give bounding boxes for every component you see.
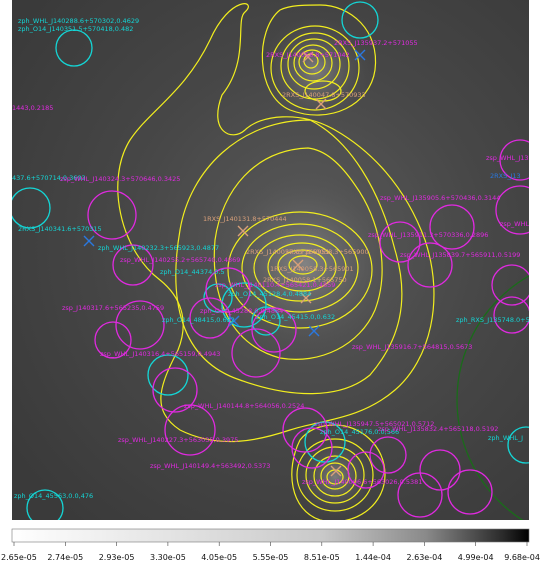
- colorbar-tick-label: 2.65e-05: [1, 553, 37, 562]
- label-center-8: 1RXS_J140058.3+565901: [270, 265, 354, 273]
- label-right-6: zph_WHL_J: [488, 434, 523, 442]
- label-right-2: zsp_WHL_J135911.3+570336,0.2896: [368, 231, 488, 239]
- colorbar-tick-label: 5.55e-05: [253, 553, 289, 562]
- colorbar-tick-label: 2.74e-05: [47, 553, 83, 562]
- colorbar-tick-label: 2.93e-05: [99, 553, 135, 562]
- label-top-left-1: zph_WHL_J140288.6+570302,0.4629: [18, 17, 139, 25]
- label-right-8: 2RXS_J13: [490, 172, 521, 180]
- label-right-1: zsp_WHL_J135905.6+570436,0.3144: [380, 194, 500, 202]
- label-right-7: zsp_WHL_J13: [486, 154, 529, 162]
- label-lower-3: zsp_WHL_J140144.8+564056,0.2524: [184, 402, 304, 410]
- label-top-2: 2RXS_J135937.2+571055: [334, 39, 418, 47]
- label-left-2: zsp_WHL_J140324.3+570646,0.3425: [60, 175, 180, 183]
- label-center-10: 1RXS_J140131.8+570444: [203, 215, 287, 223]
- label-center-9: 2RXS_J140058.1+565750: [263, 276, 347, 284]
- colorbar-tick-label: 9.68e-04: [504, 553, 540, 562]
- label-center-12: zph_O14_45415.0,0.632: [256, 313, 335, 321]
- label-center-4: zph_O14_45128.4,0.4884: [228, 290, 311, 298]
- colorbar-tick-label: 4.05e-05: [201, 553, 237, 562]
- colorbar-tick-label: 1.44e-04: [355, 553, 391, 562]
- label-center-1: zph_WHL_J140232.3+565923,0.4877: [98, 244, 219, 252]
- label-left-3: 2RXS_J140341.6+570315: [18, 225, 102, 233]
- label-top-left-2: zph_O14_J140351.5+570418,0.482: [18, 25, 133, 33]
- colorbar-tick-label: 8.51e-05: [304, 553, 340, 562]
- label-lower-5: zsp_WHL_J140149.4+563492,0.5373: [150, 462, 270, 470]
- label-top-left-3: 1443,0.2185: [12, 104, 53, 112]
- label-right-3: zsp_WHL_J135839.7+565911,0.5199: [400, 251, 520, 259]
- label-lower-1: zsp_J140317.6+565235,0.4759: [62, 304, 164, 312]
- label-right-9: zsp_WHL_J135: [500, 220, 541, 228]
- label-lower-8: zsp_WHL_J135916.7+564815,0.5673: [352, 343, 472, 351]
- sky-map: zph_WHL_J140288.6+570302,0.4629 zph_O14_…: [1, 0, 541, 562]
- label-right-5: zsp_WHL_J135832.4+565118,0.5192: [378, 425, 498, 433]
- colorbar-tick-label: 2.63e-04: [406, 553, 442, 562]
- label-top-3: 2RXS_J140047.8+570933: [282, 91, 366, 99]
- sky-map-viewer: zph_WHL_J140288.6+570302,0.4629 zph_O14_…: [0, 0, 541, 577]
- label-lower-2: zsp_WHL_J140316.4+565159,0.4943: [100, 350, 220, 358]
- colorbar-tick-label: 4.99e-04: [458, 553, 494, 562]
- label-right-4: zph_RXS_J135748.0+5: [456, 316, 530, 324]
- colorbar-tick-label: 3.30e-05: [150, 553, 186, 562]
- label-center-3: zph_O14_44374,0.5: [160, 268, 225, 276]
- colorbar-ticks: 2.65e-05 2.74e-05 2.93e-05 3.30e-05 4.05e-05…: [1, 542, 540, 562]
- label-top-1: 2RXS_J140058.8+571042: [266, 51, 350, 59]
- label-lower-9: zsp_WHL_J140006.6+563026,0.5381: [302, 478, 422, 486]
- emission-peak-south: [295, 437, 375, 517]
- label-center-2: zsp_WHL_J140255.2+565740,0.4869: [120, 256, 240, 264]
- label-lower-10: zph_O14_45563,0.0,476: [14, 492, 93, 500]
- colorbar[interactable]: [11, 528, 530, 543]
- label-lower-4: zsp_WHL_J140227.3+563035,0.3975: [118, 436, 238, 444]
- label-center-13: zph_O14_48415,0.632: [162, 316, 235, 324]
- label-center-7: 2RXS_J140058.3+565900: [285, 248, 369, 256]
